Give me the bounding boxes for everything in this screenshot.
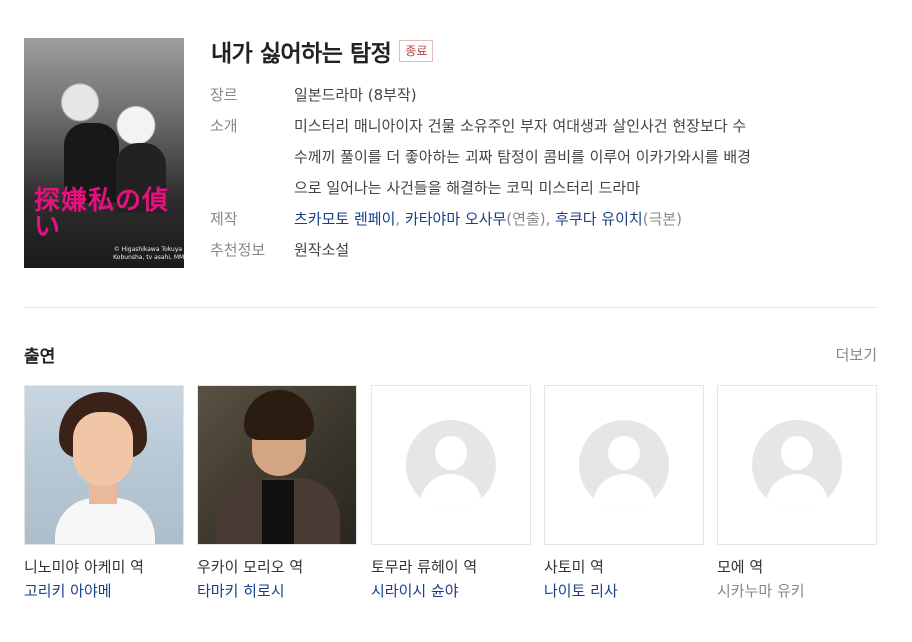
intro-line: 수께끼 풀이를 더 좋아하는 괴짜 탐정이 콤비를 이루어 이카가와시를 배경 (294, 148, 751, 166)
person-placeholder-icon (579, 420, 669, 510)
intro-line: 미스터리 매니아이자 건물 소유주인 부자 여대생과 살인사건 현장보다 수 (294, 117, 747, 135)
cast-role: 니노미야 아케미 역 (24, 558, 144, 576)
production-row: 제작 츠카모토 렌페이, 카타야마 오사무(연출), 후쿠다 유이치(극본) (210, 204, 850, 235)
person-placeholder-icon (406, 420, 496, 510)
actor-photo-placeholder[interactable] (371, 385, 531, 545)
drama-poster[interactable]: 探嫌私の偵い © Higashikawa Tokuya / Kobunsha, … (24, 38, 184, 268)
actor-photo-placeholder (717, 385, 877, 545)
actor-photo-placeholder[interactable] (544, 385, 704, 545)
cast-card[interactable]: 토무라 류헤이 역 시라이시 슌야 (371, 385, 531, 604)
writer-link[interactable]: 후쿠다 유이치 (555, 210, 643, 228)
director-link[interactable]: 츠카모토 렌페이 (294, 210, 395, 228)
info-table: 장르 일본드라마 (8부작) 소개 미스터리 매니아이자 건물 소유주인 부자 … (210, 80, 850, 266)
cast-card[interactable]: 사토미 역 나이토 리사 (544, 385, 704, 604)
title-row: 내가 싫어하는 탐정 종료 (211, 34, 434, 68)
intro-row: 소개 미스터리 매니아이자 건물 소유주인 부자 여대생과 살인사건 현장보다 … (210, 111, 850, 204)
intro-line: 으로 일어나는 사건들을 해결하는 코믹 미스터리 드라마 (294, 179, 641, 197)
section-divider (24, 307, 877, 308)
actor-name-link[interactable]: 타마키 히로시 (197, 578, 357, 604)
separator: , (395, 210, 405, 228)
poster-kanji-title: 探嫌私の偵い (34, 186, 170, 242)
actor-name-link[interactable]: 시라이시 슌야 (371, 578, 531, 604)
cast-card[interactable]: 우카이 모리오 역 타마키 히로시 (197, 385, 357, 604)
poster-copyright: © Higashikawa Tokuya / Kobunsha, tv asah… (113, 246, 184, 261)
cast-role: 우카이 모리오 역 (197, 558, 304, 576)
cast-role: 토무라 류헤이 역 (371, 558, 478, 576)
cast-card[interactable]: 니노미야 아케미 역 고리키 아야메 (24, 385, 184, 604)
role-text: (극본) (642, 210, 683, 228)
role-text: (연출), (506, 210, 556, 228)
production-label: 제작 (210, 210, 238, 228)
actor-name: 시카누마 유키 (717, 582, 805, 600)
actor-name-link[interactable]: 나이토 리사 (544, 578, 704, 604)
production-value: 츠카모토 렌페이, 카타야마 오사무(연출), 후쿠다 유이치(극본) (294, 204, 850, 235)
actor-name-link[interactable]: 고리키 아야메 (24, 578, 184, 604)
director-link[interactable]: 카타야마 오사무 (405, 210, 506, 228)
actor-photo[interactable] (24, 385, 184, 545)
cast-role: 모에 역 (717, 558, 764, 576)
cast-section-title: 출연 (24, 347, 56, 367)
cast-card: 모에 역 시카누마 유키 (717, 385, 877, 604)
genre-label: 장르 (210, 86, 238, 104)
intro-text: 미스터리 매니아이자 건물 소유주인 부자 여대생과 살인사건 현장보다 수 수… (294, 111, 850, 204)
intro-label: 소개 (210, 117, 238, 135)
genre-row: 장르 일본드라마 (8부작) (210, 80, 850, 111)
status-badge: 종료 (399, 40, 434, 62)
cast-role: 사토미 역 (544, 558, 604, 576)
actor-photo[interactable] (197, 385, 357, 545)
more-link[interactable]: 더보기 (836, 344, 877, 365)
person-placeholder-icon (752, 420, 842, 510)
recommend-link[interactable]: 원작소설 (294, 235, 850, 266)
recommend-label: 추천정보 (210, 241, 266, 259)
page-title: 내가 싫어하는 탐정 (211, 41, 392, 67)
recommend-row: 추천정보 원작소설 (210, 235, 850, 266)
genre-value: 일본드라마 (8부작) (294, 86, 417, 104)
